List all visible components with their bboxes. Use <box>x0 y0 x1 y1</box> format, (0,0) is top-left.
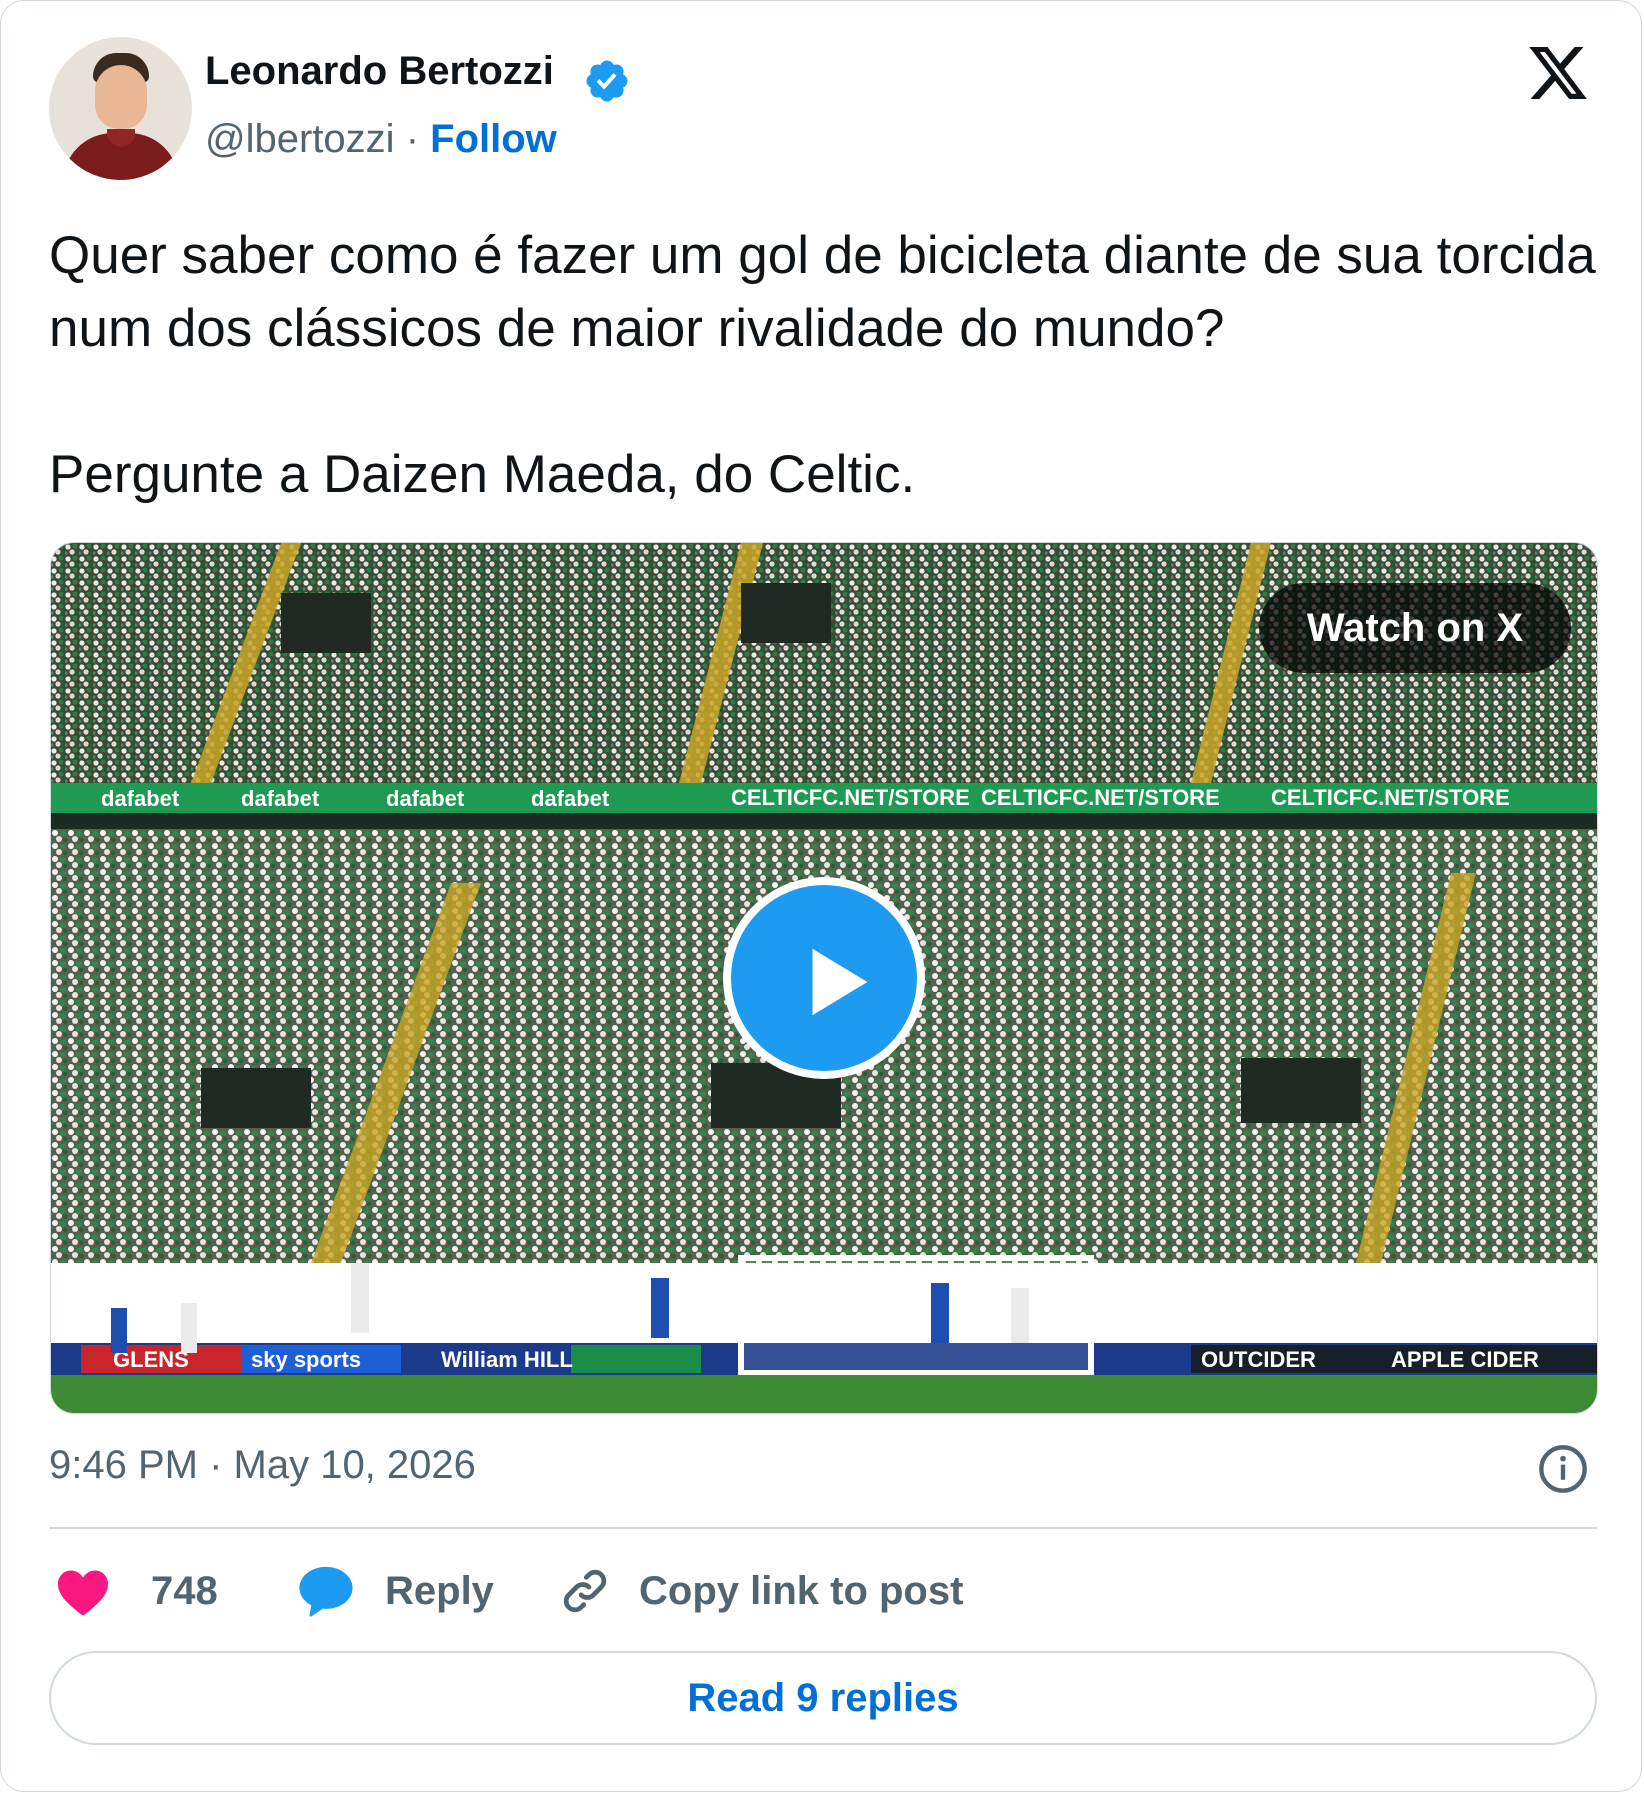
timestamp[interactable]: 9:46 PM · May 10, 2026 <box>49 1443 476 1488</box>
ad-board-text: CELTICFC.NET/STORE <box>981 785 1220 810</box>
ad-board-text: dafabet <box>386 786 465 811</box>
avatar-face <box>95 65 147 129</box>
reply-label: Reply <box>385 1568 494 1613</box>
tweet-text: Quer saber como é fazer um gol de bicicl… <box>49 219 1609 511</box>
author-name[interactable]: Leonardo Bertozzi <box>205 49 554 94</box>
info-icon[interactable] <box>1537 1443 1589 1495</box>
handle-separator: · <box>405 117 420 161</box>
copy-link-button[interactable]: Copy link to post <box>559 1561 963 1621</box>
read-replies-button[interactable]: Read 9 replies <box>49 1651 1597 1745</box>
like-count: 748 <box>151 1568 218 1613</box>
tweet-paragraph: Pergunte a Daizen Maeda, do Celtic. <box>49 445 916 504</box>
ad-board-text: OUTCIDER <box>1201 1347 1316 1372</box>
author-handle[interactable]: @lbertozzi <box>205 117 395 161</box>
handle-line: @lbertozzi · Follow <box>205 117 557 162</box>
ad-board-text: dafabet <box>101 786 180 811</box>
follow-button[interactable]: Follow <box>430 117 557 161</box>
ad-board-text: dafabet <box>241 786 320 811</box>
verified-badge-icon <box>586 60 628 102</box>
divider <box>49 1527 1597 1529</box>
speech-bubble-icon <box>299 1566 353 1617</box>
avatar[interactable] <box>49 37 192 180</box>
copy-link-label: Copy link to post <box>639 1568 964 1613</box>
ad-board-text: CELTICFC.NET/STORE <box>1271 785 1510 810</box>
tweet-paragraph: Quer saber como é fazer um gol de bicicl… <box>49 226 1596 358</box>
ad-board-text: CELTICFC.NET/STORE <box>731 785 970 810</box>
ad-board-text: William HILL <box>441 1347 573 1372</box>
watch-on-x-button[interactable]: Watch on X <box>1259 583 1571 673</box>
like-button[interactable]: 748 <box>55 1561 218 1621</box>
x-logo-icon[interactable] <box>1525 41 1591 105</box>
ad-board-text: APPLE CIDER <box>1391 1347 1539 1372</box>
link-icon <box>563 1569 607 1613</box>
reply-button[interactable]: Reply <box>297 1561 494 1621</box>
play-icon <box>812 948 868 1016</box>
play-button[interactable] <box>723 877 925 1079</box>
heart-icon <box>58 1570 108 1616</box>
tweet-card: Leonardo Bertozzi @lbertozzi · Follow Qu… <box>0 0 1642 1792</box>
ad-board-text: dafabet <box>531 786 610 811</box>
video-player[interactable]: dafabet dafabet dafabet dafabet CELTICFC… <box>50 542 1598 1414</box>
ad-board-text: sky sports <box>251 1347 361 1372</box>
